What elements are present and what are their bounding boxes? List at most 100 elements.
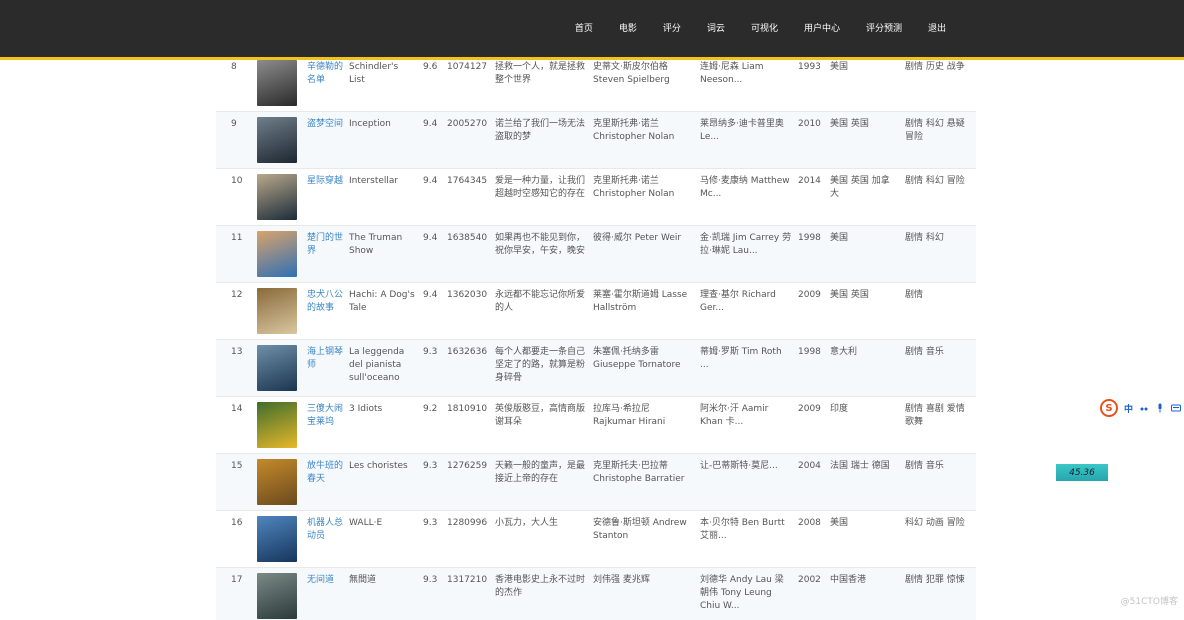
watermark: @51CTO博客	[1120, 597, 1178, 607]
country-cell: 美国 英国	[830, 119, 869, 129]
nav-rating-prediction[interactable]: 评分预测	[866, 21, 902, 34]
votes-cell: 1074127	[447, 62, 488, 72]
genre-cell: 剧情 犯罪 惊悚	[905, 575, 965, 585]
title-cn-link[interactable]: 盗梦空间	[307, 118, 343, 131]
director-cell: 安德鲁·斯坦顿 Andrew Stanton	[593, 518, 687, 541]
title-en-cell: 無間道	[349, 575, 377, 585]
genre-cell: 科幻 动画 冒险	[905, 518, 965, 528]
votes-cell: 1280996	[447, 518, 488, 528]
movie-poster[interactable]	[257, 516, 297, 562]
movie-poster[interactable]	[257, 459, 297, 505]
director-cell: 莱塞·霍尔斯道姆 Lasse Hallström	[593, 290, 688, 313]
nav-wordcloud[interactable]: 词云	[707, 21, 725, 34]
title-cn-link[interactable]: 星际穿越	[307, 175, 343, 188]
rank-cell: 10	[231, 176, 243, 186]
movie-poster[interactable]	[257, 573, 297, 619]
director-cell: 拉库马·希拉尼 Rajkumar Hirani	[593, 404, 666, 427]
actors-cell: 莱昂纳多·迪卡普里奥 Le...	[700, 119, 784, 142]
director-cell: 克里斯托弗·诺兰 Christopher Nolan	[593, 176, 675, 199]
director-cell: 史蒂文·斯皮尔伯格 Steven Spielberg	[593, 62, 670, 85]
year-cell: 2014	[798, 176, 821, 186]
title-cn-link[interactable]: 三傻大闹宝莱坞	[307, 403, 343, 429]
table-row: 13 海上钢琴师 La leggenda del pianista sull'oce…	[216, 340, 976, 397]
genre-cell: 剧情 科幻	[905, 233, 944, 243]
country-cell: 法国 瑞士 德国	[830, 461, 890, 471]
quote-cell: 英俊版憨豆，高情商版谢耳朵	[495, 404, 585, 427]
country-cell: 美国	[830, 62, 849, 72]
title-en-cell: The Truman Show	[349, 233, 403, 256]
table-row: 10 星际穿越 Interstellar 9.4 1764345 爱是一种力量，让我们超越…	[216, 169, 976, 226]
actors-cell: 连姆·尼森 Liam Neeson...	[700, 62, 764, 85]
director-cell: 刘伟强 麦兆辉	[593, 575, 650, 585]
table-row: 14 三傻大闹宝莱坞 3 Idiots 9.2 1810910 英俊版憨豆，高情商版谢耳朵…	[216, 397, 976, 454]
ime-logo-icon: S	[1100, 399, 1118, 417]
genre-cell: 剧情 音乐	[905, 347, 944, 357]
director-cell: 彼得·威尔 Peter Weir	[593, 233, 682, 243]
score-cell: 9.3	[423, 575, 438, 585]
year-cell: 2009	[798, 290, 821, 300]
title-cn-link[interactable]: 楚门的世界	[307, 232, 343, 258]
country-cell: 美国	[830, 233, 849, 243]
quote-cell: 诺兰给了我们一场无法盗取的梦	[495, 119, 585, 142]
director-cell: 朱塞佩·托纳多雷 Giuseppe Tornatore	[593, 347, 681, 370]
keyboard-icon[interactable]	[1171, 403, 1182, 413]
score-cell: 9.3	[423, 461, 438, 471]
nav-home[interactable]: 首页	[575, 21, 593, 34]
country-cell: 美国	[830, 518, 849, 528]
title-en-cell: Schindler's List	[349, 62, 399, 85]
table-row: 8 辛德勒的名单 Schindler's List 9.6 1074127 拯救一个人，就…	[216, 60, 976, 112]
title-cn-link[interactable]: 机器人总动员	[307, 517, 343, 543]
quote-cell: 香港电影史上永不过时的杰作	[495, 575, 585, 598]
punctuation-icon[interactable]	[1139, 403, 1149, 413]
score-cell: 9.3	[423, 347, 438, 357]
votes-cell: 1638540	[447, 233, 488, 243]
rank-cell: 12	[231, 290, 243, 300]
title-cn-link[interactable]: 辛德勒的名单	[307, 61, 343, 87]
score-cell: 9.4	[423, 290, 438, 300]
ime-mode-label[interactable]: 中	[1124, 402, 1133, 415]
rank-cell: 14	[231, 404, 243, 414]
nav-visualization[interactable]: 可视化	[751, 21, 778, 34]
country-cell: 美国 英国	[830, 290, 869, 300]
ime-toolbar[interactable]: S 中	[1100, 398, 1184, 418]
microphone-icon[interactable]	[1155, 403, 1165, 413]
movie-poster[interactable]	[257, 174, 297, 220]
movie-poster[interactable]	[257, 117, 297, 163]
votes-cell: 1764345	[447, 176, 488, 186]
movie-table: 8 辛德勒的名单 Schindler's List 9.6 1074127 拯救一个人，就…	[216, 60, 976, 620]
title-cn-link[interactable]: 放牛班的春天	[307, 460, 343, 486]
table-row: 16 机器人总动员 WALL·E 9.3 1280996 小瓦力，大人生 安德鲁·斯坦顿 A…	[216, 511, 976, 568]
nav-movies[interactable]: 电影	[619, 21, 637, 34]
nav-ratings[interactable]: 评分	[663, 21, 681, 34]
movie-poster[interactable]	[257, 288, 297, 334]
title-cn-link[interactable]: 忠犬八公的故事	[307, 289, 343, 315]
actors-cell: 金·凯瑞 Jim Carrey 劳拉·琳妮 Lau...	[700, 233, 792, 256]
country-cell: 美国 英国 加拿大	[830, 176, 890, 199]
network-speed-badge: 45.36	[1056, 464, 1108, 481]
genre-cell: 剧情 历史 战争	[905, 62, 965, 72]
nav-user-center[interactable]: 用户中心	[804, 21, 840, 34]
year-cell: 1993	[798, 62, 821, 72]
actors-cell: 蒂姆·罗斯 Tim Roth ...	[700, 347, 782, 370]
genre-cell: 剧情	[905, 290, 924, 300]
actors-cell: 让-巴蒂斯特·莫尼...	[700, 461, 778, 471]
votes-cell: 2005270	[447, 119, 488, 129]
title-cn-link[interactable]: 无间道	[307, 574, 343, 587]
title-en-cell: Interstellar	[349, 176, 399, 186]
score-cell: 9.2	[423, 404, 438, 414]
nav-logout[interactable]: 退出	[928, 21, 946, 34]
title-en-cell: 3 Idiots	[349, 404, 383, 414]
movie-poster[interactable]	[257, 345, 297, 391]
title-cn-link[interactable]: 海上钢琴师	[307, 346, 343, 372]
movie-poster[interactable]	[257, 60, 297, 106]
year-cell: 2002	[798, 575, 821, 585]
year-cell: 2004	[798, 461, 821, 471]
quote-cell: 如果再也不能见到你，祝你早安，午安，晚安	[495, 233, 585, 256]
actors-cell: 阿米尔·汗 Aamir Khan 卡...	[700, 404, 769, 427]
rank-cell: 8	[231, 62, 237, 72]
movie-poster[interactable]	[257, 402, 297, 448]
quote-cell: 拯救一个人，就是拯救整个世界	[495, 62, 585, 85]
country-cell: 中国香港	[830, 575, 867, 585]
movie-poster[interactable]	[257, 231, 297, 277]
year-cell: 2009	[798, 404, 821, 414]
